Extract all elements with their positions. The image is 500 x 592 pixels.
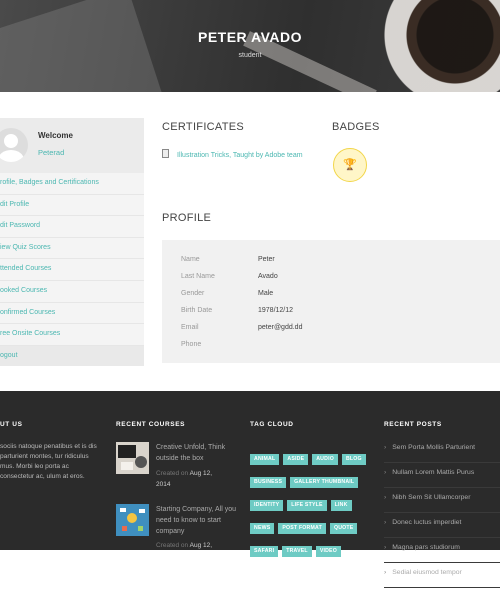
user-card: Welcome Peterad (0, 118, 144, 173)
tag-news[interactable]: NEWS (250, 523, 275, 534)
recent-post-item[interactable]: › Sem Porta Mollis Parturient (384, 442, 500, 463)
field-label: Gender (181, 290, 205, 297)
tag-post-format[interactable]: POST FORMAT (278, 523, 326, 534)
coffee-cup-image (380, 0, 500, 92)
tag-travel[interactable]: TRAVEL (282, 546, 312, 557)
recent-post-item[interactable]: › Sedial eiusmod tempor (384, 567, 500, 588)
chevron-right-icon: › (384, 444, 387, 451)
certificate-item[interactable]: Illustration Tricks, Taught by Adobe tea… (162, 149, 303, 159)
recent-posts-heading: RECENT POSTS (384, 421, 442, 428)
tag-link[interactable]: LINK (330, 500, 352, 511)
course-title[interactable]: Starting Company, All you need to know t… (156, 504, 240, 537)
course-thumbnail-image[interactable] (116, 442, 149, 474)
field-value: 1978/12/12 (258, 307, 294, 314)
tag-audio[interactable]: AUDIO (312, 454, 338, 465)
field-value: peter@gdd.dd (258, 324, 303, 331)
page-subtitle: student (238, 52, 262, 59)
recent-post-item[interactable]: › Nibh Sem Sit Ullamcorper (384, 492, 500, 513)
chevron-right-icon: › (384, 519, 387, 526)
tag-business[interactable]: BUSINESS (250, 477, 287, 488)
page-title: PETER AVADO (197, 29, 303, 45)
course-date: Created on Aug 12, (156, 470, 213, 477)
course-thumbnail-image[interactable] (116, 504, 149, 536)
tag-life-style[interactable]: LIFE STYLE (287, 500, 327, 511)
field-value: Male (258, 290, 274, 297)
trophy-badge[interactable]: 🏆 (333, 148, 367, 182)
tag-cloud: ANIMAL ASIDE AUDIO BLOG BUSINESS GALLERY THUM… (250, 447, 375, 562)
badges-heading: BADGES (332, 121, 380, 133)
chevron-right-icon: › (384, 569, 387, 576)
sidebar-item-quiz-scores[interactable]: iew Quiz Scores (0, 238, 144, 260)
sidebar-item-edit-password[interactable]: dit Password (0, 216, 144, 238)
sidebar-item-profile[interactable]: rofile, Badges and Certifications (0, 173, 144, 195)
field-label: Name (181, 256, 200, 263)
about-text: sociis natoque penatibus et is dis partu… (0, 443, 97, 480)
hero-banner: PETER AVADO student (0, 0, 500, 92)
course-year: 2014 (156, 481, 171, 488)
field-value: Avado (258, 273, 278, 280)
tag-safari[interactable]: SAFARI (250, 546, 279, 557)
certificate-link[interactable]: Illustration Tricks, Taught by Adobe tea… (177, 152, 303, 159)
course-date: Created on Aug 12, (156, 542, 213, 549)
sidebar-item-attended-courses[interactable]: ttended Courses (0, 259, 144, 281)
field-label: Birth Date (181, 307, 213, 314)
account-sidebar: Welcome Peterad rofile, Badges and Certi… (0, 118, 144, 367)
profile-table: Name Peter Last Name Avado Gender Male Birt… (162, 240, 500, 363)
field-label: Email (181, 324, 199, 331)
site-footer: UT US sociis natoque penatibus et is dis… (0, 391, 500, 588)
sidebar-item-onsite-courses[interactable]: ree Onsite Courses (0, 324, 144, 346)
username-link[interactable]: Peterad (38, 148, 64, 157)
field-label: Phone (181, 341, 202, 348)
recent-courses-heading: RECENT COURSES (116, 421, 186, 428)
field-label: Last Name (181, 273, 215, 280)
tag-gallery-thumbnail[interactable]: GALLERY THUMBNAIL (290, 477, 359, 488)
chevron-right-icon: › (384, 469, 387, 476)
recent-posts-list: › Sem Porta Mollis Parturient › Nullam Lor… (384, 442, 500, 592)
chevron-right-icon: › (384, 494, 387, 501)
course-title[interactable]: Creative Unfold, Think outside the box (156, 442, 240, 464)
tag-cloud-heading: TAG CLOUD (250, 421, 294, 428)
document-icon (162, 149, 169, 158)
tag-aside[interactable]: ASIDE (283, 454, 309, 465)
certificates-heading: CERTIFICATES (162, 121, 245, 133)
sidebar-item-edit-profile[interactable]: dit Profile (0, 195, 144, 217)
tag-video[interactable]: VIDEO (315, 546, 341, 557)
sidebar-item-logout[interactable]: ogout (0, 345, 144, 367)
recent-post-item[interactable]: › Nullam Lorem Mattis Purus (384, 467, 500, 488)
recent-post-item[interactable]: › Donec luctus imperdiet (384, 517, 500, 538)
sidebar-item-confirmed-courses[interactable]: onfirmed Courses (0, 303, 144, 325)
sidebar-item-booked-courses[interactable]: ooked Courses (0, 281, 144, 303)
about-heading: UT US (0, 421, 23, 428)
recent-post-item[interactable]: › Magna pars studiorum (384, 542, 500, 563)
hero-decoration (0, 0, 165, 92)
avatar (0, 128, 28, 162)
field-value: Peter (258, 256, 275, 263)
profile-heading: PROFILE (162, 212, 212, 224)
tag-animal[interactable]: ANIMAL (250, 454, 280, 465)
welcome-label: Welcome (38, 131, 73, 140)
trophy-icon: 🏆 (343, 159, 357, 171)
tag-quote[interactable]: QUOTE (329, 523, 358, 534)
tag-blog[interactable]: BLOG (341, 454, 366, 465)
tag-identity[interactable]: IDENTITY (250, 500, 284, 511)
